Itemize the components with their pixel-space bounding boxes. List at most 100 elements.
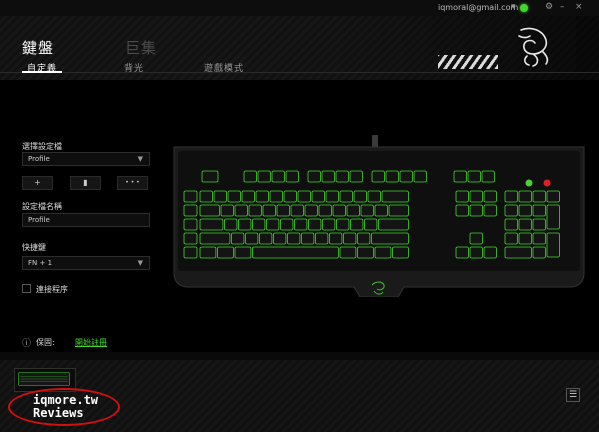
keyboard-key[interactable] xyxy=(504,246,532,259)
keyboard-key[interactable] xyxy=(483,246,497,259)
keyboard-key[interactable] xyxy=(374,246,392,259)
keyboard-key[interactable] xyxy=(504,232,518,245)
keyboard-key[interactable] xyxy=(183,204,198,217)
keyboard-key[interactable] xyxy=(311,190,325,203)
keyboard-key[interactable] xyxy=(367,190,381,203)
keyboard-key[interactable] xyxy=(532,232,546,245)
keyboard-key[interactable] xyxy=(350,218,364,231)
keyboard-key[interactable] xyxy=(321,170,335,183)
keyboard-key[interactable] xyxy=(224,218,238,231)
keyboard-key[interactable] xyxy=(532,246,546,259)
gear-icon[interactable]: ⚙ xyxy=(545,2,553,13)
keyboard-key[interactable] xyxy=(257,170,271,183)
register-link[interactable]: 開始註冊 xyxy=(75,337,107,348)
keyboard-key[interactable] xyxy=(287,232,301,245)
minimize-button[interactable]: – xyxy=(560,2,565,13)
keyboard-key[interactable] xyxy=(220,204,234,217)
keyboard-key[interactable] xyxy=(339,246,357,259)
keyboard-key[interactable] xyxy=(518,232,532,245)
keyboard-key[interactable] xyxy=(455,190,469,203)
keyboard-key[interactable] xyxy=(199,232,231,245)
keyboard-key[interactable] xyxy=(483,190,497,203)
keyboard-key[interactable] xyxy=(315,232,329,245)
keyboard-key[interactable] xyxy=(269,190,283,203)
keyboard-key[interactable] xyxy=(339,190,353,203)
keyboard-key[interactable] xyxy=(504,218,518,231)
delete-profile-button[interactable]: ▮ xyxy=(70,176,101,190)
keyboard-key[interactable] xyxy=(266,218,280,231)
keyboard-key[interactable] xyxy=(283,190,297,203)
keyboard-key[interactable] xyxy=(349,170,363,183)
keyboard-key[interactable] xyxy=(532,204,546,217)
keyboard-key[interactable] xyxy=(271,170,285,183)
keyboard-key[interactable] xyxy=(231,232,245,245)
keyboard-key[interactable] xyxy=(248,204,262,217)
keyboard-key[interactable] xyxy=(518,218,532,231)
keyboard-key[interactable] xyxy=(301,232,315,245)
keyboard-key[interactable] xyxy=(469,246,483,259)
keyboard-key[interactable] xyxy=(245,232,259,245)
keyboard-key[interactable] xyxy=(518,204,532,217)
keyboard-key[interactable] xyxy=(336,218,350,231)
keyboard-key[interactable] xyxy=(335,170,349,183)
keyboard-key[interactable] xyxy=(455,246,469,259)
tab-gaming-mode[interactable]: 遊戲模式 xyxy=(204,61,244,74)
keyboard-key[interactable] xyxy=(241,190,255,203)
profile-select[interactable]: Profile ▼ xyxy=(22,152,150,166)
keyboard-key[interactable] xyxy=(199,190,213,203)
keyboard-key[interactable] xyxy=(360,204,374,217)
shortcut-select[interactable]: FN + 1 ▼ xyxy=(22,256,150,270)
keyboard-key[interactable] xyxy=(290,204,304,217)
link-program-checkbox[interactable] xyxy=(22,284,31,293)
keyboard-key[interactable] xyxy=(388,204,409,217)
keyboard-key[interactable] xyxy=(504,204,518,217)
keyboard-key[interactable] xyxy=(504,190,518,203)
keyboard-key[interactable] xyxy=(546,190,560,203)
keyboard-key[interactable] xyxy=(252,218,266,231)
keyboard-key[interactable] xyxy=(325,190,339,203)
keyboard-key[interactable] xyxy=(297,190,311,203)
keyboard-key[interactable] xyxy=(357,232,371,245)
keyboard-key[interactable] xyxy=(183,232,198,245)
keyboard-key[interactable] xyxy=(483,204,497,217)
keyboard-key[interactable] xyxy=(183,190,198,203)
keyboard-key[interactable] xyxy=(385,170,399,183)
keyboard-key[interactable] xyxy=(276,204,290,217)
tab-lighting[interactable]: 背光 xyxy=(124,61,144,74)
add-profile-button[interactable]: + xyxy=(22,176,53,190)
keyboard-key[interactable] xyxy=(546,232,560,258)
keyboard-key[interactable] xyxy=(183,246,198,259)
keyboard-key[interactable] xyxy=(322,218,336,231)
keyboard-key[interactable] xyxy=(392,246,409,259)
keyboard-key[interactable] xyxy=(183,218,198,231)
keyboard-key[interactable] xyxy=(371,232,409,245)
keyboard-key[interactable] xyxy=(255,190,269,203)
close-button[interactable]: × xyxy=(575,2,583,13)
keyboard-key[interactable] xyxy=(357,246,374,259)
keyboard-key[interactable] xyxy=(318,204,332,217)
keyboard-key[interactable] xyxy=(273,232,287,245)
more-options-button[interactable]: • • • xyxy=(117,176,148,190)
macro-section-title[interactable]: 巨集 xyxy=(125,37,157,58)
keyboard-key[interactable] xyxy=(199,218,224,231)
keyboard-key[interactable] xyxy=(243,170,257,183)
keyboard-key[interactable] xyxy=(378,218,409,231)
keyboard-key[interactable] xyxy=(353,190,367,203)
tab-customize[interactable]: 自定義 xyxy=(27,61,57,74)
keyboard-key[interactable] xyxy=(518,190,532,203)
keyboard-key[interactable] xyxy=(308,218,322,231)
dropdown-icon[interactable]: ▾ xyxy=(511,2,516,13)
keyboard-key[interactable] xyxy=(469,190,483,203)
keyboard-key[interactable] xyxy=(329,232,343,245)
menu-button[interactable]: ☰ xyxy=(566,388,580,402)
keyboard-key[interactable] xyxy=(307,170,321,183)
keyboard-key[interactable] xyxy=(546,204,560,230)
keyboard-key[interactable] xyxy=(217,246,234,259)
keyboard-key[interactable] xyxy=(259,232,273,245)
keyboard-key[interactable] xyxy=(532,218,546,231)
keyboard-key[interactable] xyxy=(213,190,227,203)
keyboard-key[interactable] xyxy=(371,170,385,183)
keyboard-key[interactable] xyxy=(455,204,469,217)
keyboard-key[interactable] xyxy=(469,232,483,245)
keyboard-key[interactable] xyxy=(280,218,294,231)
